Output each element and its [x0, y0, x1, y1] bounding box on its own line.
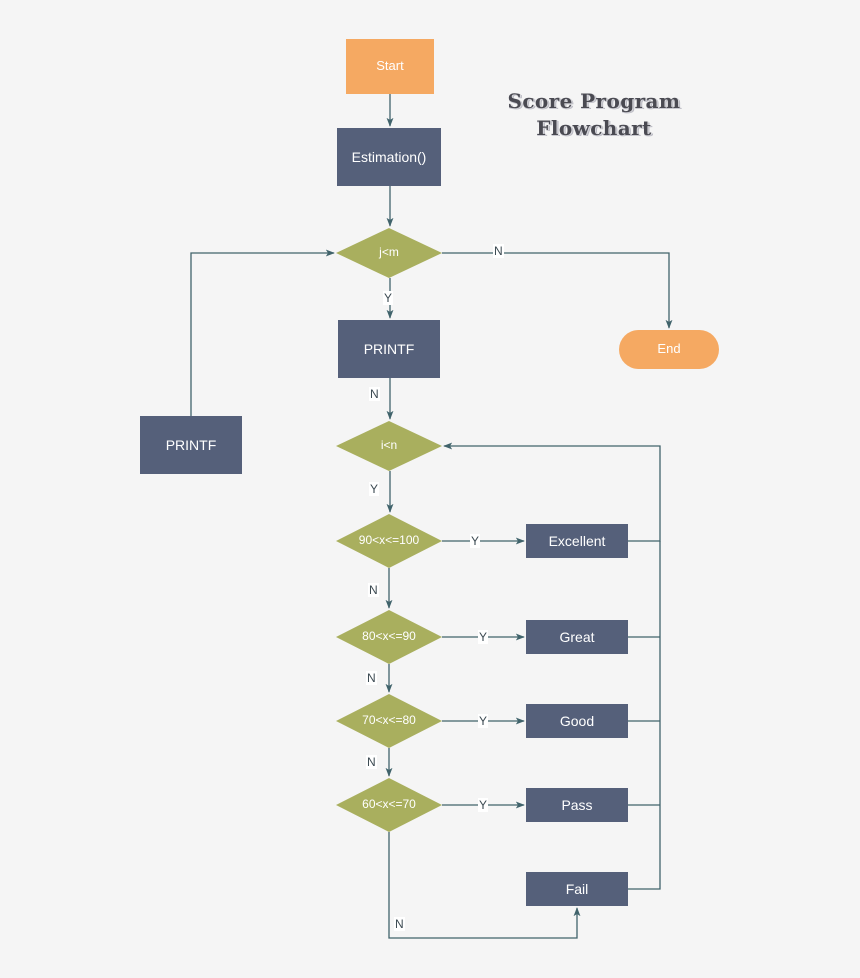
edge-label-d70-no: N [394, 917, 405, 931]
node-decision-90-100[interactable]: 90<x<=100 [336, 514, 442, 568]
node-printf-main[interactable]: PRINTF [338, 320, 440, 378]
edge-label-in-yes: Y [369, 482, 380, 496]
node-good-label: Good [559, 712, 595, 729]
node-pass[interactable]: Pass [526, 788, 628, 822]
edge-label-printf-no: N [369, 387, 380, 401]
node-decision-in[interactable]: i<n [336, 421, 442, 471]
edge-label-d100-no: N [368, 583, 379, 597]
edge-printfleft-to-jm [190, 249, 335, 416]
node-decision-in-label: i<n [380, 438, 398, 453]
node-excellent-label: Excellent [548, 532, 606, 549]
node-printf-main-label: PRINTF [363, 340, 415, 357]
node-great-label: Great [559, 628, 595, 645]
diagram-title: Score Program Flowchart [494, 88, 694, 142]
node-decision-70-80[interactable]: 70<x<=80 [336, 694, 442, 748]
edge-label-d100-yes: Y [470, 534, 481, 548]
node-fail-label: Fail [565, 880, 589, 897]
node-decision-jm[interactable]: j<m [336, 228, 442, 278]
node-end-label: End [657, 341, 681, 357]
node-great[interactable]: Great [526, 620, 628, 654]
edge-fail-return [628, 541, 661, 890]
node-decision-70-80-label: 70<x<=80 [362, 713, 416, 728]
node-decision-90-100-label: 90<x<=100 [358, 533, 420, 548]
edge-label-d90-yes: Y [478, 630, 489, 644]
edge-jm-no-to-end [442, 252, 673, 329]
node-estimation[interactable]: Estimation() [337, 128, 441, 186]
node-fail[interactable]: Fail [526, 872, 628, 906]
node-estimation-label: Estimation() [351, 148, 427, 165]
node-printf-left-label: PRINTF [165, 436, 217, 453]
node-decision-jm-label: j<m [379, 245, 399, 260]
node-start[interactable]: Start [346, 39, 434, 94]
node-decision-80-90-label: 80<x<=90 [362, 629, 416, 644]
diagram-title-line-2: Flowchart [536, 116, 652, 140]
node-decision-60-70[interactable]: 60<x<=70 [336, 778, 442, 832]
edge-label-jm-yes: Y [383, 291, 394, 305]
edge-label-d90-no: N [366, 671, 377, 685]
edge-label-jm-no: N [493, 244, 504, 258]
diagram-title-line-1: Score Program [507, 89, 681, 113]
edge-label-d80-yes: Y [478, 714, 489, 728]
edge-label-d80-no: N [366, 755, 377, 769]
node-start-label: Start [376, 58, 404, 74]
node-end[interactable]: End [619, 330, 719, 369]
node-decision-60-70-label: 60<x<=70 [362, 797, 416, 812]
node-decision-80-90[interactable]: 80<x<=90 [336, 610, 442, 664]
node-good[interactable]: Good [526, 704, 628, 738]
edge-label-d70-yes: Y [478, 798, 489, 812]
node-printf-left[interactable]: PRINTF [140, 416, 242, 474]
flowchart-canvas: Score Program Flowchart Start Estimation… [0, 0, 860, 978]
node-pass-label: Pass [561, 796, 593, 813]
node-excellent[interactable]: Excellent [526, 524, 628, 558]
